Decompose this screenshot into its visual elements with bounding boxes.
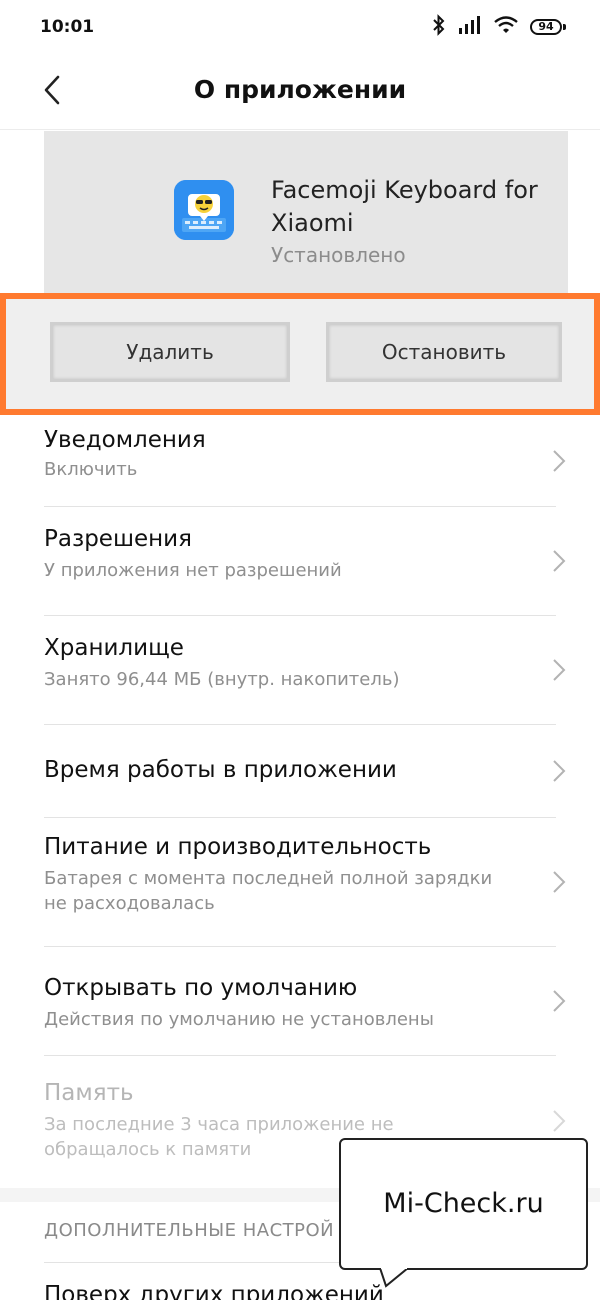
bluetooth-icon bbox=[432, 14, 446, 40]
item-subtitle: Батарея с момента последней полной заряд… bbox=[44, 868, 493, 914]
list-item-draw-over-apps[interactable]: Поверх других приложений bbox=[44, 1282, 384, 1300]
watermark-text: Mi-Check.ru bbox=[383, 1188, 544, 1219]
battery-level: 94 bbox=[530, 19, 562, 35]
list-item-battery-performance[interactable]: Питание и производительность Батарея с м… bbox=[44, 818, 566, 947]
chevron-right-icon bbox=[552, 989, 566, 1013]
uninstall-button[interactable]: Удалить bbox=[50, 322, 290, 382]
chevron-right-icon bbox=[552, 549, 566, 573]
item-subtitle: У приложения нет разрешений bbox=[44, 560, 342, 581]
item-title: Время работы в приложении bbox=[44, 757, 397, 783]
item-title: Уведомления bbox=[44, 427, 206, 453]
status-icons: 94 bbox=[432, 14, 566, 40]
list-item-open-by-default[interactable]: Открывать по умолчанию Действия по умолч… bbox=[44, 947, 566, 1056]
chevron-right-icon bbox=[552, 759, 566, 783]
status-bar: 10:01 94 bbox=[0, 0, 600, 56]
facemoji-app-icon bbox=[174, 180, 234, 240]
status-time: 10:01 bbox=[40, 17, 95, 37]
chevron-right-icon bbox=[552, 1109, 566, 1133]
app-install-status: Установлено bbox=[271, 243, 406, 267]
wifi-icon bbox=[494, 16, 518, 38]
force-stop-button[interactable]: Остановить bbox=[326, 322, 562, 382]
item-title: Питание и производительность bbox=[44, 834, 432, 860]
watermark-bubble: Mi-Check.ru bbox=[339, 1138, 588, 1270]
list-item-permissions[interactable]: Разрешения У приложения нет разрешений bbox=[44, 507, 566, 616]
app-info-card: Facemoji Keyboard for Xiaomi Установлено bbox=[44, 131, 568, 305]
page-title: О приложении bbox=[193, 75, 407, 104]
chevron-right-icon bbox=[552, 870, 566, 894]
section-header: ДОПОЛНИТЕЛЬНЫЕ НАСТРОЙ bbox=[44, 1220, 335, 1241]
item-subtitle: Действия по умолчанию не установлены bbox=[44, 1009, 434, 1030]
chevron-right-icon bbox=[552, 449, 566, 473]
battery-icon: 94 bbox=[530, 19, 566, 35]
app-name: Facemoji Keyboard for Xiaomi bbox=[271, 176, 538, 237]
list-item-notifications[interactable]: Уведомления Включить bbox=[44, 415, 566, 507]
action-buttons-highlight: Удалить Остановить bbox=[0, 293, 600, 415]
item-title: Хранилище bbox=[44, 635, 184, 661]
item-subtitle: Включить bbox=[44, 459, 138, 480]
bubble-tail bbox=[379, 1268, 409, 1288]
item-subtitle: Занято 96,44 МБ (внутр. накопитель) bbox=[44, 669, 400, 690]
item-title: Разрешения bbox=[44, 526, 192, 552]
list-item-storage[interactable]: Хранилище Занято 96,44 МБ (внутр. накопи… bbox=[44, 616, 566, 725]
list-item-screen-time[interactable]: Время работы в приложении bbox=[44, 725, 566, 818]
item-title: Открывать по умолчанию bbox=[44, 975, 358, 1001]
settings-list: Уведомления Включить Разрешения У прилож… bbox=[0, 415, 600, 1186]
signal-icon bbox=[458, 16, 482, 38]
chevron-right-icon bbox=[552, 658, 566, 682]
item-title: Память bbox=[44, 1080, 134, 1106]
header: О приложении bbox=[0, 56, 600, 130]
